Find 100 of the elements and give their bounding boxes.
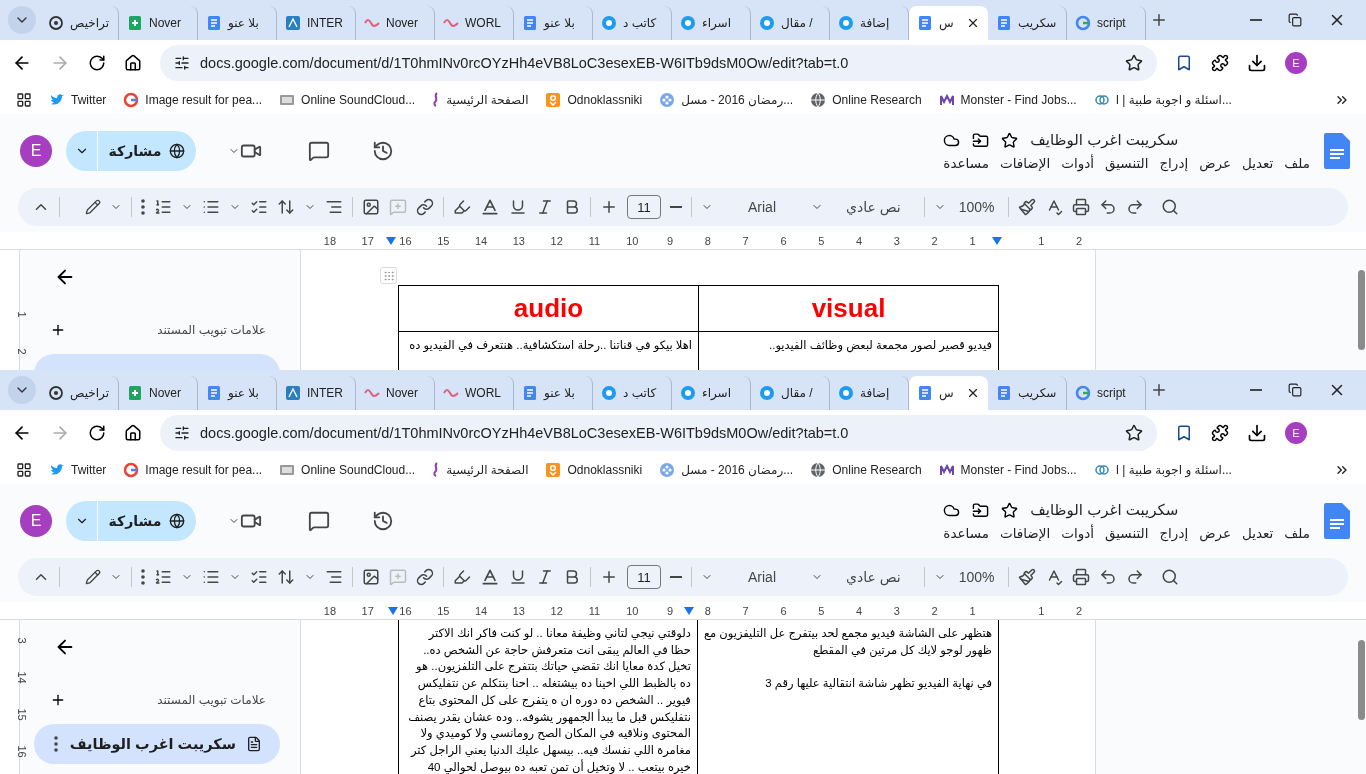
line-spacing-icon xyxy=(277,198,295,216)
ruler-number: 1 xyxy=(1038,234,1045,247)
ruler-number: 15 xyxy=(437,604,450,617)
document-title[interactable]: سكريبت اغرب الوظايف xyxy=(1030,131,1179,149)
account-avatar[interactable]: E xyxy=(20,505,52,537)
more-icon xyxy=(141,569,145,585)
tab-favicon-icon xyxy=(285,15,301,31)
browser-tab[interactable]: س xyxy=(909,376,988,410)
tab-title: س xyxy=(939,386,955,400)
font-size-field[interactable]: 11 xyxy=(627,565,661,589)
tab-search-button[interactable] xyxy=(8,376,36,404)
ruler-number: 12 xyxy=(550,234,563,247)
bookmark-favicon-icon xyxy=(938,92,955,108)
font-dropdown[interactable]: Arial xyxy=(744,567,780,587)
bookmark-link[interactable]: Odnoklassniki xyxy=(545,462,643,478)
ruler-number: 13 xyxy=(512,234,525,247)
close-icon xyxy=(966,16,980,30)
bookmark-link[interactable]: Online SoundCloud... xyxy=(279,462,416,478)
menu-item[interactable]: تعديل xyxy=(1241,525,1274,541)
bookmark-favicon-icon xyxy=(1093,92,1110,108)
url-text: docs.google.com/document/d/1T0hmINv0rcOYzHh4eVB8LoC3esexEB-W6ITb9dsM0Ow/edit?tab=t.0 xyxy=(200,55,850,71)
share-button[interactable]: مشاركة xyxy=(66,131,196,171)
bookmark-link[interactable]: Online Research xyxy=(810,462,922,478)
tab-title: تراخيص xyxy=(70,386,110,400)
share-button[interactable]: مشاركة xyxy=(66,501,196,541)
menu-item[interactable]: إدراج xyxy=(1159,155,1189,171)
cell-paragraph: في نهاية الفيديو تظهر شاشة انتقالية عليها رقم 3 xyxy=(764,676,992,692)
bookmark-link[interactable]: Odnoklassniki xyxy=(545,92,643,108)
menu-item[interactable]: مساعدة xyxy=(943,155,989,171)
ruler-number: 2 xyxy=(1075,234,1083,247)
style-dropdown[interactable]: نص عادي xyxy=(842,567,905,587)
menu-item[interactable]: إدراج xyxy=(1159,525,1189,541)
bookmark-link[interactable]: رمضان 2016 - مسل... xyxy=(659,462,794,478)
menu-item[interactable]: عرض xyxy=(1199,525,1231,541)
ruler-number: 11 xyxy=(588,234,601,247)
align-right-icon xyxy=(325,198,343,216)
bookmark-link[interactable]: Twitter xyxy=(49,92,107,108)
font-dropdown[interactable]: Arial xyxy=(744,197,780,217)
document-title[interactable]: سكريبت اغرب الوظايف xyxy=(1030,501,1179,519)
scrollbar-thumb[interactable] xyxy=(1358,270,1365,350)
add-tab-icon xyxy=(50,692,66,708)
bookmark-link[interactable]: Image result for pea... xyxy=(123,462,263,478)
tab-search-button[interactable] xyxy=(8,6,36,34)
bookmark-link[interactable]: الصفحة الرئيسية xyxy=(432,92,529,108)
tab-title: كاتب د xyxy=(623,16,658,30)
tab-favicon-icon xyxy=(680,15,696,31)
link-icon xyxy=(416,198,434,216)
line-spacing-icon xyxy=(277,568,295,586)
zoom-dropdown[interactable]: 100% xyxy=(954,197,999,217)
paint-format-icon xyxy=(1017,568,1036,586)
ruler-number: 11 xyxy=(588,604,601,617)
bulleted-list-icon xyxy=(202,568,220,586)
drag-handle[interactable] xyxy=(380,267,397,284)
menu-item[interactable]: الإضافات xyxy=(999,525,1051,541)
reload-icon xyxy=(88,424,106,442)
docs-logo-icon[interactable] xyxy=(1324,133,1350,169)
bookmark-link[interactable]: Image result for pea... xyxy=(123,92,263,108)
menu-item[interactable]: عرض xyxy=(1199,155,1231,171)
browser-tab[interactable]: س xyxy=(909,6,988,40)
menu-item[interactable]: الإضافات xyxy=(999,155,1051,171)
ruler-number: 1 xyxy=(1038,604,1045,617)
ruler-number: 7 xyxy=(742,234,749,247)
docs-logo-icon[interactable] xyxy=(1324,503,1350,539)
bookmark-link[interactable]: Twitter xyxy=(49,462,107,478)
scrollbar-thumb[interactable] xyxy=(1358,640,1365,720)
zoom-dropdown[interactable]: 100% xyxy=(954,567,999,587)
bookmark-link[interactable]: اسئلة و اجوبة طبية | ا... xyxy=(1093,92,1232,108)
menu-item[interactable]: تعديل xyxy=(1241,155,1274,171)
ruler-number: 1 xyxy=(15,311,28,318)
font-size-field[interactable]: 11 xyxy=(627,195,661,219)
bookmark-link[interactable]: Monster - Find Jobs... xyxy=(938,462,1077,478)
style-dropdown[interactable]: نص عادي xyxy=(842,197,905,217)
menu-item[interactable]: مساعدة xyxy=(943,525,989,541)
menu-item[interactable]: أدوات xyxy=(1061,155,1094,171)
menu-item[interactable]: التنسيق xyxy=(1105,525,1149,541)
tab-title: تراخيص xyxy=(70,16,110,30)
document-tab-item[interactable]: سكريبت اغرب الوظايف xyxy=(34,724,280,764)
menu-item[interactable]: ملف xyxy=(1284,525,1310,541)
address-bar[interactable]: docs.google.com/document/d/1T0hmINv0rcOYzHh4eVB8LoC3esexEB-W6ITb9dsM0Ow/edit?tab=t.0 xyxy=(160,45,1157,81)
ruler-number: 16 xyxy=(399,234,412,247)
menu-item[interactable]: أدوات xyxy=(1061,525,1094,541)
bookmark-star-icon xyxy=(1125,54,1143,72)
ruler-number: 10 xyxy=(626,604,639,617)
bookmark-link[interactable]: اسئلة و اجوبة طبية | ا... xyxy=(1093,462,1232,478)
ruler-number: 7 xyxy=(742,604,749,617)
menu-item[interactable]: التنسيق xyxy=(1105,155,1149,171)
bookmark-link[interactable]: Online Research xyxy=(810,92,922,108)
account-avatar[interactable]: E xyxy=(20,135,52,167)
ruler-number: 14 xyxy=(15,671,28,684)
address-bar[interactable]: docs.google.com/document/d/1T0hmINv0rcOYzHh4eVB8LoC3esexEB-W6ITb9dsM0Ow/edit?tab=t.0 xyxy=(160,415,1157,451)
bookmark-link[interactable]: Online SoundCloud... xyxy=(279,92,416,108)
bookmark-link[interactable]: رمضان 2016 - مسل... xyxy=(659,92,794,108)
tab-favicon-icon xyxy=(996,15,1012,31)
table-header-cell: visual xyxy=(698,285,999,332)
underline-icon xyxy=(509,198,527,216)
bookmark-link[interactable]: Monster - Find Jobs... xyxy=(938,92,1077,108)
profile-avatar[interactable]: E xyxy=(1285,422,1307,444)
menu-item[interactable]: ملف xyxy=(1284,155,1310,171)
profile-avatar[interactable]: E xyxy=(1285,52,1307,74)
bookmark-link[interactable]: الصفحة الرئيسية xyxy=(432,462,529,478)
